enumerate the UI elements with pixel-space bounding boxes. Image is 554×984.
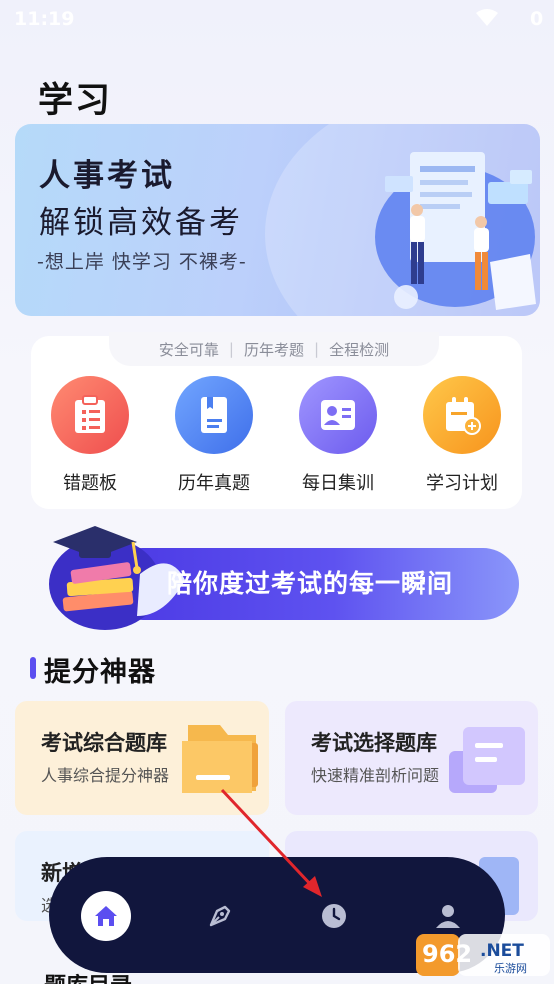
watermark-logo-image: 962 .NET 乐游网 [416,934,550,976]
divider: | [228,340,234,358]
section-accent-bar [30,657,36,679]
svg-text:.NET: .NET [480,941,524,961]
feature-wrong-questions[interactable]: 错题板 [35,376,145,495]
divider: | [314,340,320,358]
status-bar: 11:19 0 [0,0,554,36]
study-people-illustration [375,152,536,310]
watermark-logo: 962 .NET 乐游网 [414,930,552,980]
home-icon [95,906,117,926]
tool-card-multiple-choice[interactable]: 考试选择题库 快速精准剖析问题 [285,701,538,815]
profile-card-icon [299,376,377,454]
feature-study-plan[interactable]: 学习计划 [407,376,517,495]
feature-label: 学习计划 [426,473,498,494]
banner-title: 人事考试 [39,158,175,194]
calendar-plus-icon [423,376,501,454]
tagline-item: 历年考题 [243,340,304,359]
status-time: 11:19 [14,8,75,30]
banner-slogan: -想上岸 快学习 不裸考- [37,251,247,273]
document-stack-icon [449,727,525,793]
tool-title: 考试选择题库 [311,731,437,755]
promo-text: 陪你度过考试的每一瞬间 [167,569,454,598]
feature-past-exams[interactable]: 历年真题 [159,376,269,495]
page-title: 学习 [38,81,113,121]
section-title-partial: 题库目录 [44,968,132,984]
folder-icon [182,725,258,793]
tool-title: 考试综合题库 [41,731,167,755]
clock-icon [322,904,346,928]
tool-card-comprehensive[interactable]: 考试综合题库 人事综合提分神器 [15,701,269,815]
tagline-item: 安全可靠 [158,340,219,359]
promo-banner[interactable]: 陪你度过考试的每一瞬间 [45,520,523,632]
banner-subtitle: 解锁高效备考 [39,205,243,241]
feature-card: 安全可靠 | 历年考题 | 全程检测 错题板 历年真题 每日集训 学习计划 [31,332,522,509]
battery-level: 0 [530,8,544,30]
svg-text:962: 962 [422,940,472,968]
feature-label: 每日集训 [302,473,374,494]
user-icon [436,905,460,928]
tool-desc: 快速精准剖析问题 [311,766,440,785]
clipboard-list-icon [51,376,129,454]
nav-history[interactable] [309,891,359,941]
wifi-icon [476,9,498,26]
pen-nib-icon [209,905,231,927]
nav-write[interactable] [195,891,245,941]
feature-label: 历年真题 [178,473,250,494]
svg-text:乐游网: 乐游网 [494,962,527,975]
exam-banner[interactable]: 人事考试 解锁高效备考 -想上岸 快学习 不裸考- [15,124,540,316]
book-icon [175,376,253,454]
tagline-item: 全程检测 [329,340,390,359]
nav-home[interactable] [81,891,131,941]
feature-label: 错题板 [63,473,117,494]
tagline-bar: 安全可靠 | 历年考题 | 全程检测 [109,332,439,366]
section-title: 提分神器 [44,657,156,688]
feature-daily-training[interactable]: 每日集训 [283,376,393,495]
tool-desc: 人事综合提分神器 [41,766,170,785]
